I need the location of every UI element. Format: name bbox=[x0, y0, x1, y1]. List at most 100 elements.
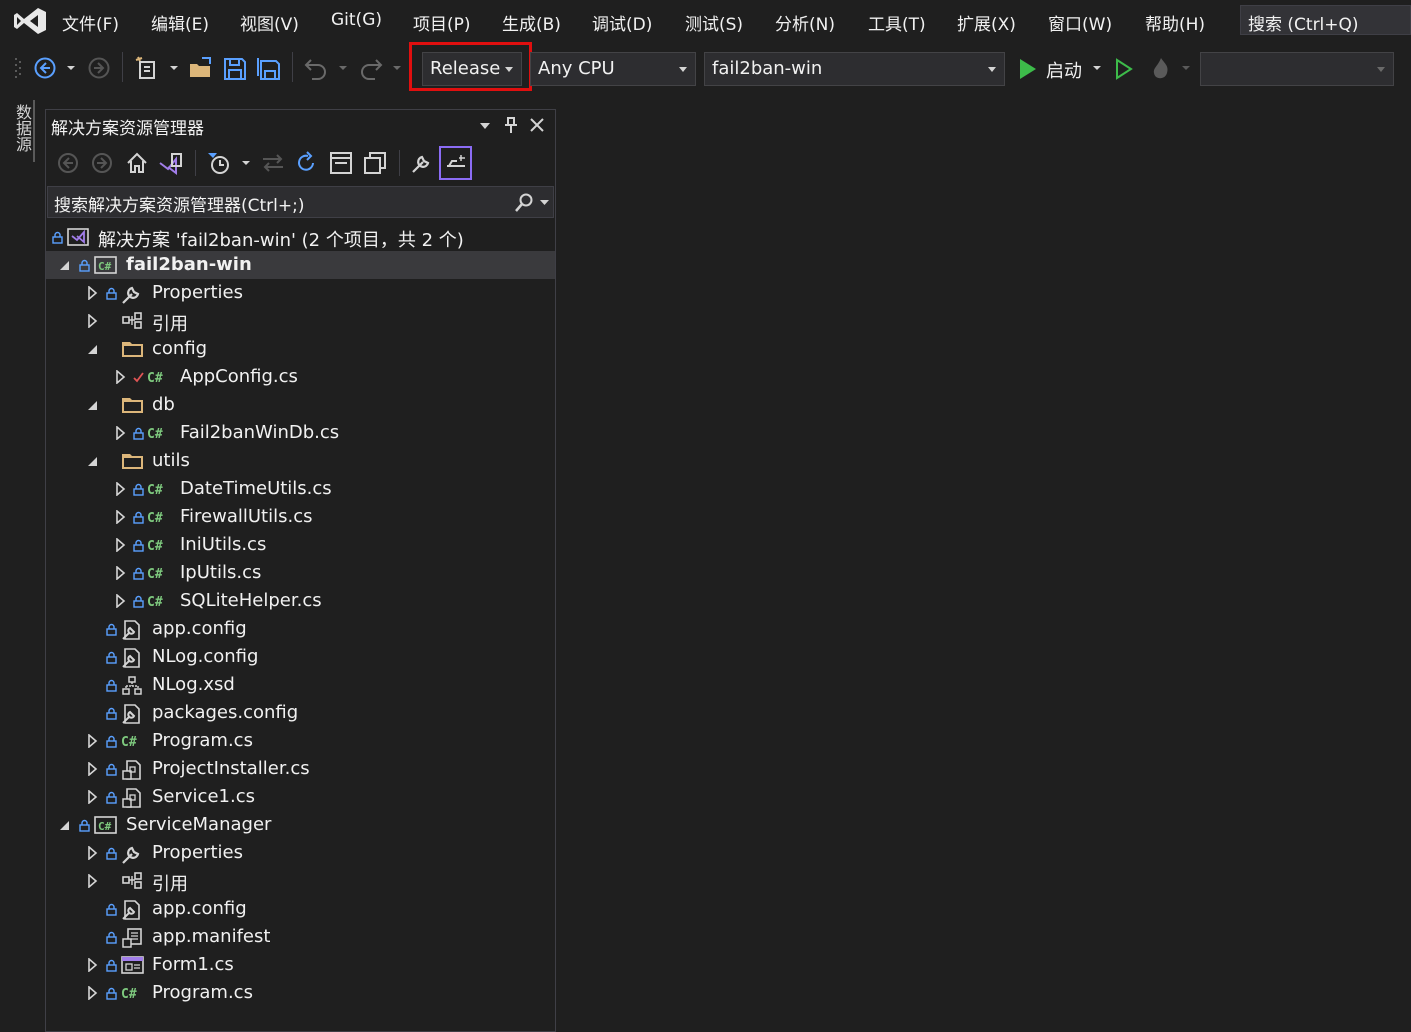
start-dropdown-icon[interactable] bbox=[1092, 65, 1102, 71]
collapsed-arrow-icon[interactable] bbox=[87, 762, 99, 776]
tree-item[interactable]: packages.config bbox=[46, 699, 555, 727]
save-icon[interactable] bbox=[222, 56, 248, 82]
collapsed-arrow-icon[interactable] bbox=[115, 370, 127, 384]
back-dropdown-icon[interactable] bbox=[66, 65, 76, 71]
open-file-icon[interactable] bbox=[188, 55, 214, 81]
collapse-all-icon[interactable] bbox=[329, 151, 353, 175]
tree-item[interactable]: db bbox=[46, 391, 555, 419]
new-project-dropdown-icon[interactable] bbox=[169, 65, 179, 71]
menu-analyze[interactable]: 分析(N) bbox=[775, 10, 835, 35]
tree-item[interactable]: C# ServiceManager bbox=[46, 811, 555, 839]
hot-reload-dropdown-icon[interactable] bbox=[1181, 65, 1191, 71]
menu-debug[interactable]: 调试(D) bbox=[592, 10, 652, 35]
tree-item[interactable]: C# Program.cs bbox=[46, 979, 555, 1007]
expanded-arrow-icon[interactable] bbox=[59, 258, 71, 272]
search-box[interactable]: 搜索 (Ctrl+Q) bbox=[1240, 5, 1411, 35]
sync-with-active-document-icon[interactable] bbox=[261, 153, 285, 173]
tree-item[interactable]: 引用 bbox=[46, 867, 555, 895]
tree-item[interactable]: C# IniUtils.cs bbox=[46, 531, 555, 559]
expanded-arrow-icon[interactable] bbox=[87, 398, 99, 412]
solution-node[interactable]: 解决方案 'fail2ban-win' (2 个项目，共 2 个) bbox=[46, 223, 555, 251]
switch-views-icon[interactable] bbox=[158, 151, 184, 177]
debug-target-dropdown[interactable] bbox=[1200, 52, 1394, 86]
show-all-files-icon[interactable] bbox=[363, 151, 387, 175]
collapsed-arrow-icon[interactable] bbox=[87, 986, 99, 1000]
tree-item[interactable]: C# SQLiteHelper.cs bbox=[46, 587, 555, 615]
tree-item[interactable]: C# fail2ban-win bbox=[46, 251, 555, 279]
tree-item[interactable]: Form1.cs bbox=[46, 951, 555, 979]
redo-dropdown-icon[interactable] bbox=[392, 65, 402, 71]
collapsed-arrow-icon[interactable] bbox=[87, 314, 99, 328]
tree-item[interactable]: app.config bbox=[46, 615, 555, 643]
tree-item[interactable]: C# FirewallUtils.cs bbox=[46, 503, 555, 531]
tree-item[interactable]: utils bbox=[46, 447, 555, 475]
forward-icon[interactable] bbox=[87, 56, 111, 80]
expanded-arrow-icon[interactable] bbox=[59, 818, 71, 832]
tree-item[interactable]: Properties bbox=[46, 279, 555, 307]
tree-item[interactable]: app.manifest bbox=[46, 923, 555, 951]
collapsed-arrow-icon[interactable] bbox=[87, 734, 99, 748]
collapsed-arrow-icon[interactable] bbox=[87, 958, 99, 972]
start-without-debugging-icon[interactable] bbox=[1114, 58, 1134, 80]
tree-item[interactable]: C# IpUtils.cs bbox=[46, 559, 555, 587]
collapsed-arrow-icon[interactable] bbox=[87, 846, 99, 860]
solution-explorer-search-input[interactable]: 搜索解决方案资源管理器(Ctrl+;) bbox=[47, 186, 554, 218]
window-position-dropdown-icon[interactable] bbox=[479, 122, 491, 130]
hot-reload-icon[interactable] bbox=[1149, 56, 1173, 82]
menu-file[interactable]: 文件(F) bbox=[62, 10, 119, 35]
menu-project[interactable]: 项目(P) bbox=[413, 10, 471, 35]
tree-item[interactable]: app.config bbox=[46, 895, 555, 923]
collapsed-arrow-icon[interactable] bbox=[115, 538, 127, 552]
collapsed-arrow-icon[interactable] bbox=[87, 286, 99, 300]
tree-item[interactable]: C# Program.cs bbox=[46, 727, 555, 755]
solution-platform-dropdown[interactable]: Any CPU bbox=[530, 52, 696, 86]
menu-window[interactable]: 窗口(W) bbox=[1048, 10, 1112, 35]
tree-item[interactable]: NLog.xsd bbox=[46, 671, 555, 699]
expanded-arrow-icon[interactable] bbox=[87, 454, 99, 468]
menu-view[interactable]: 视图(V) bbox=[240, 10, 299, 35]
tree-item[interactable]: C# Fail2banWinDb.cs bbox=[46, 419, 555, 447]
tree-item[interactable]: Service1.cs bbox=[46, 783, 555, 811]
start-button[interactable]: 启动 bbox=[1046, 57, 1082, 83]
tree-item[interactable]: C# DateTimeUtils.cs bbox=[46, 475, 555, 503]
forward-icon[interactable] bbox=[91, 152, 113, 174]
tree-item[interactable]: NLog.config bbox=[46, 643, 555, 671]
back-icon[interactable] bbox=[57, 152, 79, 174]
tree-item[interactable]: 引用 bbox=[46, 307, 555, 335]
redo-icon[interactable] bbox=[358, 56, 384, 80]
preview-selected-items-button[interactable] bbox=[439, 146, 472, 180]
collapsed-arrow-icon[interactable] bbox=[115, 510, 127, 524]
save-all-icon[interactable] bbox=[256, 56, 282, 82]
data-sources-tab[interactable]: 数据源 bbox=[6, 100, 34, 162]
toolbar-grip-icon[interactable] bbox=[14, 56, 22, 82]
undo-dropdown-icon[interactable] bbox=[338, 65, 348, 71]
close-icon[interactable] bbox=[529, 117, 545, 133]
home-icon[interactable] bbox=[125, 151, 149, 175]
tree-item[interactable]: config bbox=[46, 335, 555, 363]
play-icon[interactable] bbox=[1018, 58, 1038, 80]
pending-changes-filter-icon[interactable] bbox=[206, 150, 232, 176]
refresh-icon[interactable] bbox=[294, 151, 318, 175]
menu-build[interactable]: 生成(B) bbox=[502, 10, 561, 35]
undo-icon[interactable] bbox=[303, 56, 329, 80]
collapsed-arrow-icon[interactable] bbox=[115, 566, 127, 580]
new-project-icon[interactable] bbox=[135, 55, 161, 81]
tree-item[interactable]: C# AppConfig.cs bbox=[46, 363, 555, 391]
collapsed-arrow-icon[interactable] bbox=[115, 482, 127, 496]
startup-project-dropdown[interactable]: fail2ban-win bbox=[704, 52, 1005, 86]
menu-test[interactable]: 测试(S) bbox=[685, 10, 743, 35]
collapsed-arrow-icon[interactable] bbox=[115, 594, 127, 608]
search-options-dropdown-icon[interactable] bbox=[540, 200, 549, 206]
filter-dropdown-icon[interactable] bbox=[241, 160, 251, 166]
collapsed-arrow-icon[interactable] bbox=[87, 874, 99, 888]
menu-help[interactable]: 帮助(H) bbox=[1145, 10, 1205, 35]
back-icon[interactable] bbox=[33, 56, 57, 80]
pin-icon[interactable] bbox=[504, 116, 518, 134]
tree-item[interactable]: Properties bbox=[46, 839, 555, 867]
properties-wrench-icon[interactable] bbox=[410, 151, 434, 175]
tree-item[interactable]: ProjectInstaller.cs bbox=[46, 755, 555, 783]
expanded-arrow-icon[interactable] bbox=[87, 342, 99, 356]
collapsed-arrow-icon[interactable] bbox=[87, 790, 99, 804]
menu-edit[interactable]: 编辑(E) bbox=[151, 10, 209, 35]
menu-git[interactable]: Git(G) bbox=[331, 10, 382, 30]
